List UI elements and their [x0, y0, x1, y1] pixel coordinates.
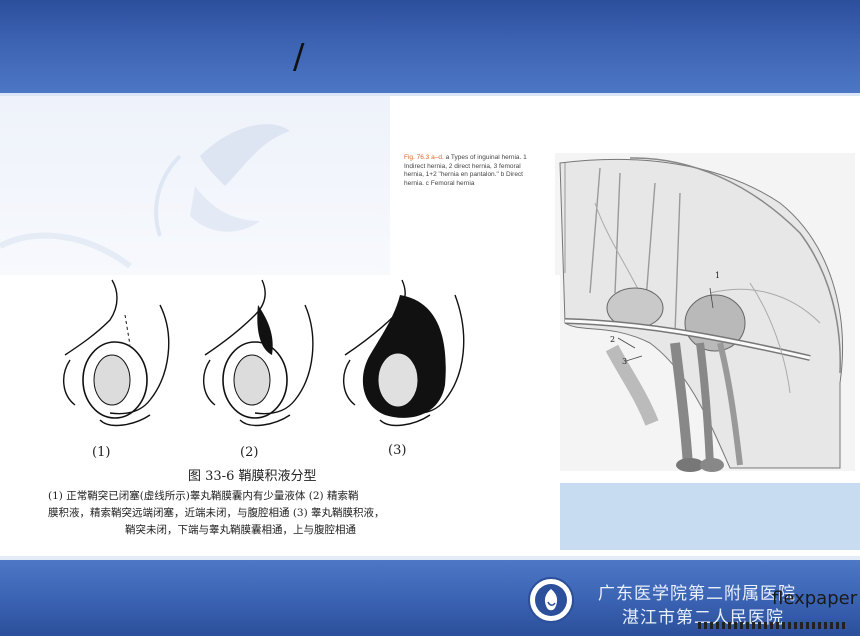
hernia-label-1: 1 — [715, 271, 721, 280]
hydrocele-caption-line-1: (1) 正常鞘突已闭塞(虚线所示)睾丸鞘膜囊内有少量液体 (2) 精索鞘 — [48, 490, 359, 502]
slide-title: / — [293, 37, 305, 77]
butterfly-watermark-icon — [0, 124, 290, 269]
panel-label-1: (1) — [92, 445, 111, 460]
flexpaper-watermark: flexpaper — [772, 588, 858, 609]
hernia-label-3: 3 — [622, 357, 628, 366]
hydrocele-type-1-drawing — [63, 279, 170, 427]
hernia-label-2: 2 — [610, 335, 616, 344]
panel-label-3: (3) — [388, 443, 407, 458]
decorative-band — [560, 480, 860, 550]
hydrocele-caption-line-3: 鞘突未闭，下端与睾丸鞘膜囊相通，上与腹腔相通 — [125, 524, 356, 536]
hydrocele-figure-title: 图 33-6 鞘膜积液分型 — [188, 469, 317, 484]
caption-lead: Fig. 76.3 a–d. — [404, 154, 444, 161]
hydrocele-caption-line-2: 膜积液，精索鞘突远端闭塞，近端未闭，与腹腔相通 (3) 睾丸鞘膜积液， — [48, 507, 385, 519]
hernia-figure-caption: Fig. 76.3 a–d. a Types of inguinal herni… — [404, 154, 542, 188]
panel-label-2: (2) — [240, 445, 259, 460]
watermark-dots — [698, 622, 848, 629]
hydrocele-type-3-drawing — [343, 279, 465, 427]
hydrocele-type-2-drawing — [203, 279, 314, 427]
background-decoration — [0, 96, 390, 276]
hospital-emblem-icon — [527, 576, 575, 624]
slide-header — [0, 0, 860, 96]
hydrocele-drawings — [63, 279, 465, 427]
hospital-name-line-1: 广东医学院第二附属医院 — [598, 584, 796, 604]
